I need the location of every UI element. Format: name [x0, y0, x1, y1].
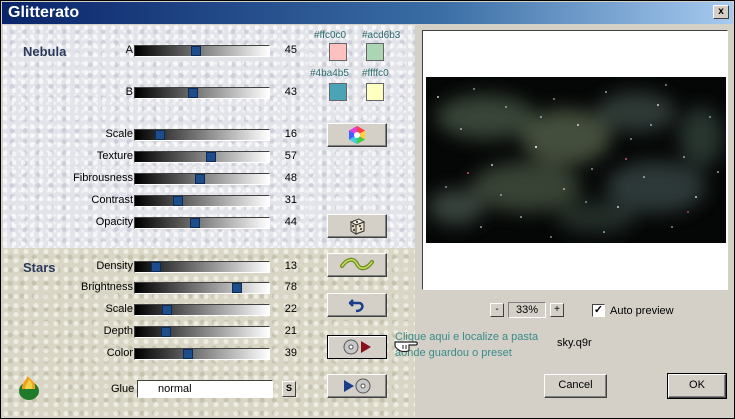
load-preset-button[interactable] — [327, 335, 387, 359]
slider-value: 44 — [284, 216, 297, 228]
save-preset-button[interactable] — [327, 374, 387, 398]
slider-label: B — [125, 86, 133, 98]
slider-thumb[interactable] — [183, 349, 193, 359]
title-bar[interactable]: Glitterato x — [2, 2, 733, 24]
slider-thumb[interactable] — [190, 218, 200, 228]
cancel-button[interactable]: Cancel — [544, 374, 607, 398]
wave-icon — [340, 257, 374, 271]
slider-label: Depth — [103, 325, 133, 337]
slider-label: Scale — [105, 128, 133, 140]
color-wheel-icon — [349, 126, 365, 144]
slider-thumb[interactable] — [161, 327, 171, 337]
slider-label: A — [125, 44, 133, 56]
slider-track[interactable] — [134, 217, 270, 229]
flame-logo-icon — [19, 376, 39, 400]
slider-label: Opacity — [95, 216, 133, 228]
swatch-label-3: #4ba4b5 — [310, 68, 349, 79]
nebula-slider-row: Fibrousness 48 — [3, 172, 415, 186]
color-wheel-button[interactable] — [327, 123, 387, 147]
slider-value: 21 — [284, 325, 297, 337]
slider-value: 57 — [284, 150, 297, 162]
undo-button[interactable] — [327, 293, 387, 317]
slider-value: 45 — [284, 44, 297, 56]
nebula-slider-row: Texture 57 — [3, 150, 415, 164]
slider-track[interactable] — [134, 129, 270, 141]
glue-dropdown[interactable]: normal — [137, 380, 273, 398]
glue-s-button[interactable]: S — [282, 381, 296, 397]
slider-thumb[interactable] — [173, 196, 183, 206]
slider-track[interactable] — [134, 151, 270, 163]
zoom-in-button[interactable]: + — [550, 303, 564, 317]
window-title: Glitterato — [8, 4, 80, 21]
slider-thumb[interactable] — [188, 88, 198, 98]
slider-value: 39 — [284, 347, 297, 359]
random-button[interactable] — [327, 214, 387, 238]
auto-preview-checkbox[interactable]: ✓ — [592, 304, 605, 317]
slider-value: 13 — [284, 260, 297, 272]
slider-value: 48 — [284, 172, 297, 184]
color-swatch-2[interactable] — [366, 43, 384, 61]
color-swatch-1[interactable] — [329, 43, 347, 61]
slider-track[interactable] — [134, 348, 270, 360]
slider-thumb[interactable] — [191, 46, 201, 56]
slider-track[interactable] — [134, 87, 270, 99]
pointing-hand-icon — [394, 341, 418, 353]
slider-label: Scale — [105, 303, 133, 315]
color-swatch-4[interactable] — [366, 83, 384, 101]
close-button[interactable]: x — [713, 5, 729, 19]
zoom-level: 33% — [508, 302, 546, 318]
slider-label: Fibrousness — [73, 172, 133, 184]
wave-button[interactable] — [327, 253, 387, 277]
glue-label: Glue — [111, 383, 135, 395]
slider-value: 22 — [284, 303, 297, 315]
swatch-label-2: #acd6b3 — [362, 30, 401, 41]
save-preset-icon — [344, 378, 371, 394]
slider-value: 78 — [284, 281, 297, 293]
slider-thumb[interactable] — [155, 130, 165, 140]
slider-track[interactable] — [134, 261, 270, 273]
load-preset-icon — [343, 339, 371, 355]
swatch-label-1: #ffc0c0 — [314, 30, 347, 41]
slider-thumb[interactable] — [162, 305, 172, 315]
slider-value: 43 — [284, 86, 297, 98]
slider-thumb[interactable] — [206, 152, 216, 162]
dice-icon — [349, 218, 366, 235]
starfield-image — [426, 77, 726, 243]
slider-thumb[interactable] — [151, 262, 161, 272]
slider-label: Density — [96, 260, 133, 272]
slider-thumb[interactable] — [232, 283, 242, 293]
sky-preview-image — [426, 77, 726, 243]
slider-label: Brightness — [81, 281, 133, 293]
zoom-out-button[interactable]: - — [490, 303, 504, 317]
slider-value: 16 — [284, 128, 297, 140]
ok-button[interactable]: OK — [667, 373, 727, 399]
preview-pane — [422, 30, 728, 290]
auto-preview-label: Auto preview — [610, 305, 674, 317]
slider-label: Color — [106, 347, 133, 359]
slider-track[interactable] — [134, 282, 270, 294]
slider-thumb[interactable] — [195, 174, 205, 184]
slider-value: 31 — [284, 194, 297, 206]
undo-icon — [348, 299, 364, 313]
nebula-slider-row: Contrast 31 — [3, 194, 415, 208]
slider-label: Contrast — [91, 194, 133, 206]
slider-track[interactable] — [134, 173, 270, 185]
swatch-label-4: #ffffc0 — [362, 68, 389, 79]
nebula-slider-row: B 43 — [3, 86, 415, 100]
color-swatch-3[interactable] — [329, 83, 347, 101]
nebula-slider-row: A 45 — [3, 44, 415, 58]
slider-track[interactable] — [134, 45, 270, 57]
slider-track[interactable] — [134, 304, 270, 316]
slider-track[interactable] — [134, 326, 270, 338]
glitterato-dialog: Glitterato x Nebula Stars A 45 B 43 Scale 16 T… — [0, 0, 735, 419]
slider-label: Texture — [96, 150, 133, 162]
preset-filename: sky.q9r — [557, 337, 592, 349]
slider-track[interactable] — [134, 195, 270, 207]
